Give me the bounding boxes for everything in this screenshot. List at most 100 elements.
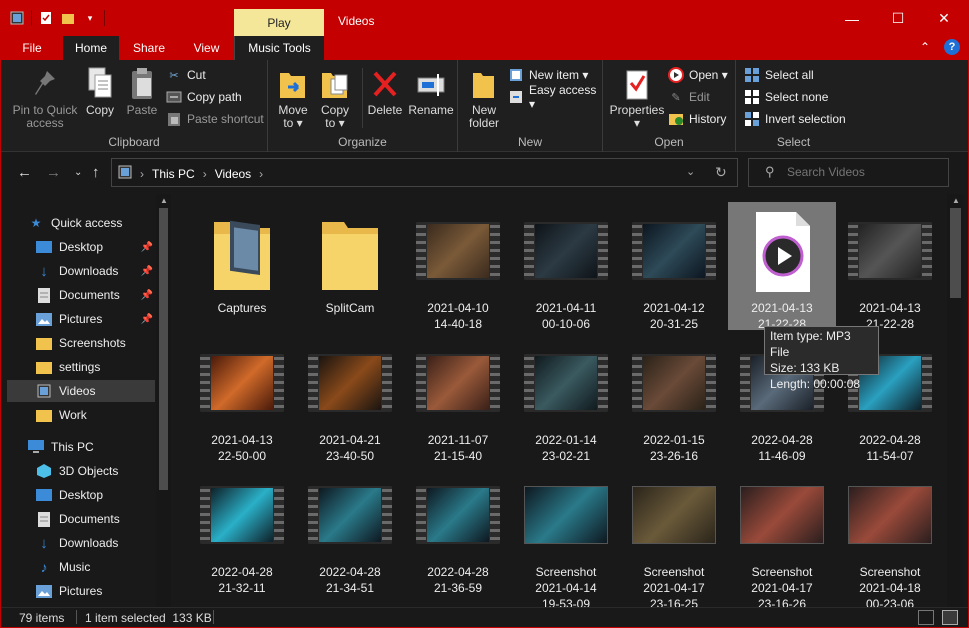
details-view-icon[interactable] [918,610,934,625]
close-button[interactable]: ✕ [921,1,967,36]
nav-scroll-thumb[interactable] [159,208,168,490]
address-dropdown-icon[interactable]: ⌄ [686,165,695,178]
app-icon[interactable] [9,10,25,26]
pin-quick-access-button[interactable]: Pin to Quick access [7,66,83,130]
toolbar-divider [104,10,105,26]
nav-label: Desktop [59,240,104,254]
paste-shortcut-button[interactable]: Paste shortcut [166,109,264,129]
back-arrow-icon[interactable]: ← [17,164,32,181]
pin-icon: 📌 [140,265,153,277]
nav-item-pc-pictures[interactable]: Pictures [35,580,157,602]
scroll-up-icon[interactable]: ▲ [952,196,960,205]
scissors-icon: ✂ [169,69,179,82]
tab-music-tools[interactable]: Music Tools [234,36,324,60]
open-button[interactable]: Open ▾ [668,65,728,85]
maximize-button[interactable]: ☐ [875,1,921,36]
forward-arrow-icon[interactable]: → [46,164,61,181]
file-name: 2021-04-12 20-31-25 [643,301,705,331]
properties-button[interactable]: Properties ▾ [609,66,665,130]
collapse-ribbon-icon[interactable]: ⌃ [920,40,930,54]
nav-item-3d-objects[interactable]: 3D Objects [35,460,157,482]
minimize-button[interactable]: — [829,1,875,36]
title-bar: ▾ Play Videos — ☐ ✕ [1,1,968,36]
delete-button[interactable]: Delete [368,66,402,117]
history-button[interactable]: History [668,109,726,129]
file-item[interactable]: 2021-04-13 21-22-28 [728,202,836,331]
content-scroll-thumb[interactable] [950,208,961,298]
refresh-icon[interactable]: ↻ [715,164,727,181]
play-context-tab[interactable]: Play [234,9,324,36]
scroll-up-icon[interactable]: ▲ [160,196,168,205]
explorer-window: ▾ Play Videos — ☐ ✕ File Home Share View… [0,0,969,628]
file-name: 2021-04-13 22-50-00 [211,433,273,463]
paste-button[interactable]: Paste [123,66,161,117]
file-tooltip: Item type: MP3 File Size: 133 KB Length:… [764,326,879,391]
nav-item-pc-documents[interactable]: Documents [35,508,157,530]
tooltip-type: Item type: MP3 File [770,329,851,359]
customize-toolbar-icon[interactable]: ▾ [82,10,98,26]
nav-item-work[interactable]: Work [35,404,157,426]
address-bar[interactable]: › This PC › Videos › ⌄ ↻ [111,158,738,187]
tab-file[interactable]: File [1,36,63,60]
folder-icon [200,210,284,292]
select-group-label: Select [776,135,811,149]
breadcrumb-videos[interactable]: Videos [215,167,251,181]
nav-item-downloads[interactable]: ↓ Downloads 📌 [35,260,157,282]
cut-button[interactable]: ✂ Cut [166,65,205,85]
move-to-button[interactable]: Move to ▾ [276,66,310,130]
video-thumbnail [632,210,716,292]
nav-item-pictures[interactable]: Pictures 📌 [35,308,157,330]
new-item-button[interactable]: New item ▾ [508,65,588,85]
nav-this-pc[interactable]: This PC [27,436,175,458]
nav-item-videos[interactable]: Videos [7,380,155,402]
copy-path-button[interactable]: Copy path [166,87,242,107]
nav-item-pc-desktop[interactable]: Desktop [35,484,157,506]
video-folder-icon [35,383,53,399]
select-all-button[interactable]: Select all [744,65,814,85]
pin-icon: 📌 [140,241,153,253]
rename-label: Rename [408,103,454,117]
copy-button[interactable]: Copy [83,66,117,117]
nav-item-music[interactable]: ♪ Music [35,556,157,578]
easy-access-label: Easy access ▾ [529,83,597,111]
video-thumbnail [200,474,284,556]
nav-item-desktop[interactable]: Desktop 📌 [35,236,157,258]
rename-button[interactable]: Rename [408,66,454,117]
open-group-label: Open [654,135,684,149]
nav-item-screenshots[interactable]: Screenshots [35,332,157,354]
tooltip-size: Size: 133 KB [770,361,840,375]
tab-share[interactable]: Share [119,36,179,60]
folder-icon [35,407,53,423]
nav-scrollbar[interactable]: ▲ [156,194,171,607]
nav-item-documents[interactable]: Documents 📌 [35,284,157,306]
item-count: 79 items [19,611,65,625]
paste-shortcut-icon [166,111,182,127]
breadcrumb-this-pc[interactable]: This PC [152,167,195,181]
tab-view[interactable]: View [179,36,234,60]
properties-quick-icon[interactable] [38,10,54,26]
recent-locations-icon[interactable]: ⌄ [74,167,82,178]
folder-icon [35,335,53,351]
large-icons-view-icon[interactable] [942,610,958,625]
new-folder-quick-icon[interactable] [60,10,76,26]
easy-access-button[interactable]: Easy access ▾ [508,83,602,111]
nav-item-settings[interactable]: settings [35,356,157,378]
edit-button[interactable]: ✎ Edit [668,87,709,107]
file-name: 2022-01-14 23-02-21 [535,433,597,463]
invert-selection-button[interactable]: Invert selection [744,109,846,129]
content-scrollbar[interactable]: ▲ [947,194,964,607]
help-icon[interactable]: ? [944,39,960,55]
nav-label: Music [59,560,91,574]
search-input[interactable] [787,165,937,179]
nav-quick-access[interactable]: ★ Quick access [27,212,175,234]
folder-icon [308,210,392,292]
search-box[interactable]: ⚲ [748,158,949,187]
nav-item-pc-downloads[interactable]: ↓ Downloads [35,532,157,554]
new-folder-button[interactable]: New folder [464,66,504,130]
select-none-button[interactable]: Select none [744,87,828,107]
copy-to-button[interactable]: Copy to ▾ [318,66,352,130]
select-none-icon [744,89,760,105]
up-arrow-icon[interactable]: ↑ [92,164,100,181]
tab-home[interactable]: Home [63,36,119,60]
copy-to-label: Copy to ▾ [320,103,349,130]
